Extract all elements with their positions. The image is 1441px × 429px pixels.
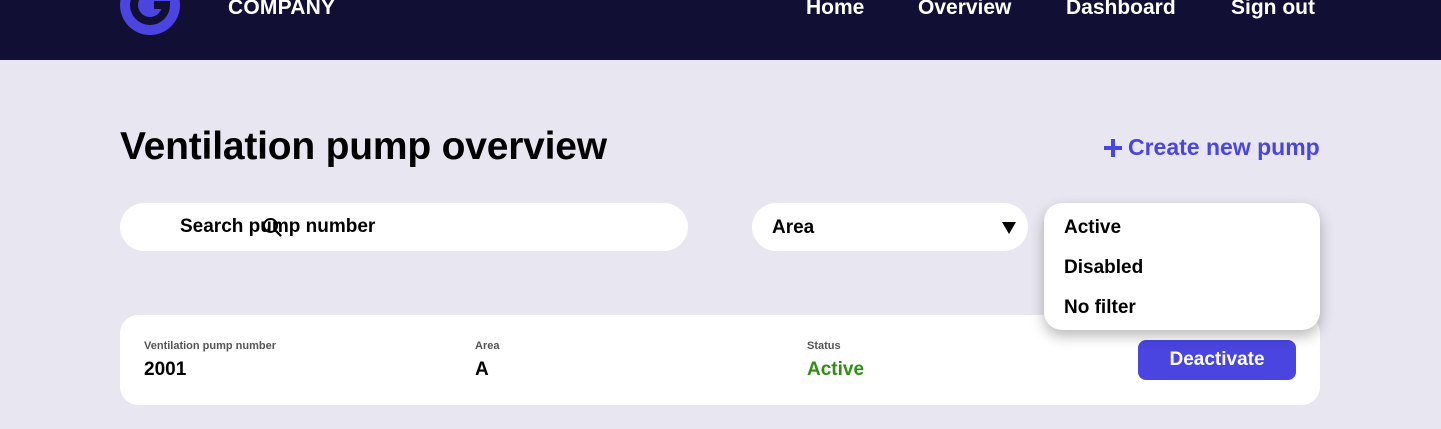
pump-number-value: 2001: [144, 359, 187, 380]
brand-name: COMPANY: [228, 0, 336, 19]
page-title: Ventilation pump overview: [120, 125, 607, 168]
nav-link-dashboard[interactable]: Dashboard: [1066, 0, 1176, 20]
column-header-area: Area: [475, 340, 500, 352]
area-filter-select[interactable]: Area: [752, 203, 1028, 251]
column-header-pump-number: Ventilation pump number: [144, 340, 277, 352]
deactivate-button[interactable]: Deactivate: [1138, 340, 1296, 380]
nav-link-overview[interactable]: Overview: [918, 0, 1011, 20]
area-filter-value: Area: [772, 217, 815, 238]
nav-link-home[interactable]: Home: [806, 0, 864, 20]
company-logo-icon[interactable]: [120, 0, 180, 35]
plus-icon: [1104, 138, 1122, 157]
status-filter-dropdown: Active Disabled No filter: [1044, 203, 1320, 330]
status-option-active[interactable]: Active: [1064, 217, 1121, 239]
area-value: A: [475, 359, 489, 380]
top-navigation-bar: COMPANY Home Overview Dashboard Sign out: [0, 0, 1441, 60]
search-bar[interactable]: [120, 203, 688, 251]
nav-link-sign-out[interactable]: Sign out: [1231, 0, 1315, 20]
create-new-pump-button[interactable]: Create new pump: [1104, 134, 1320, 161]
create-new-pump-label: Create new pump: [1128, 134, 1320, 160]
status-option-no-filter[interactable]: No filter: [1064, 297, 1136, 319]
column-header-status: Status: [807, 340, 841, 352]
caret-down-icon: [1002, 222, 1016, 234]
status-badge: Active: [807, 359, 865, 380]
status-option-disabled[interactable]: Disabled: [1064, 257, 1143, 279]
search-input[interactable]: [180, 203, 660, 251]
